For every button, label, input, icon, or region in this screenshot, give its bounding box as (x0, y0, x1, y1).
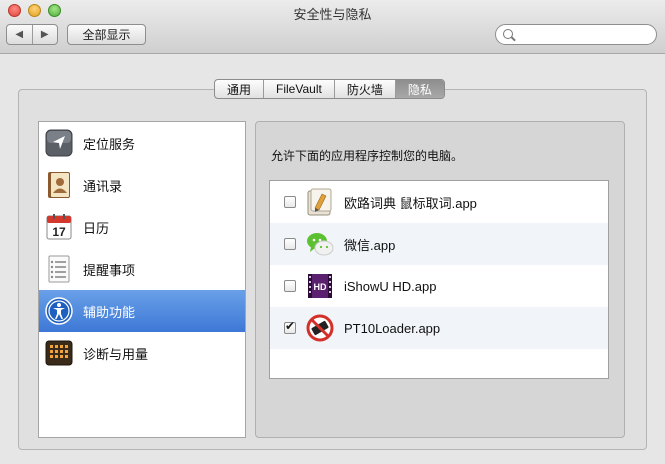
list-item: 欧路词典 鼠标取词.app (270, 181, 608, 223)
list-item: HD iShowU HD.app (270, 265, 608, 307)
contacts-book-icon (45, 171, 73, 199)
search-icon (503, 29, 513, 39)
sidebar-item-reminders[interactable]: 提醒事项 (39, 248, 245, 290)
sidebar-item-contacts[interactable]: 通讯录 (39, 164, 245, 206)
sidebar-item-location-services[interactable]: 定位服务 (39, 122, 245, 164)
app-allow-checkbox[interactable] (284, 319, 296, 334)
back-button[interactable]: ◀ (7, 25, 32, 44)
app-list: 欧路词典 鼠标取词.app 微信.app HD iShowU HD.app ✔ … (269, 180, 609, 379)
accessibility-icon (45, 297, 73, 325)
ishowu-hd-text: HD (314, 282, 327, 292)
tab-firewall[interactable]: 防火墙 (333, 80, 395, 98)
app-allow-checkbox[interactable] (284, 196, 296, 208)
sidebar-item-calendar[interactable]: 17 日历 (39, 206, 245, 248)
wechat-icon (306, 230, 334, 258)
tab-bar: 通用 FileVault 防火墙 隐私 (214, 79, 445, 99)
ishowu-hd-icon: HD (306, 272, 334, 300)
list-item: PT10Loader.app (270, 307, 608, 349)
app-name: PT10Loader.app (344, 320, 441, 336)
eudic-dictionary-icon (306, 188, 334, 216)
search-input[interactable] (518, 27, 652, 44)
back-forward-control: ◀ ▶ (6, 24, 58, 45)
app-allow-checkbox[interactable] (284, 238, 296, 250)
app-name: 欧路词典 鼠标取词.app (344, 195, 477, 211)
list-item: 微信.app (270, 223, 608, 265)
sidebar-item-label: 日历 (83, 220, 110, 236)
app-name: iShowU HD.app (344, 278, 437, 294)
window-toolbar: 安全性与隐私 ◀ ▶ 全部显示 (0, 0, 665, 54)
calendar-icon: 17 (45, 213, 73, 241)
sidebar-item-label: 提醒事项 (83, 262, 136, 278)
sidebar-item-label: 定位服务 (83, 136, 136, 152)
forward-arrow-icon: ▶ (40, 29, 49, 40)
tab-privacy[interactable]: 隐私 (394, 80, 444, 98)
sidebar-item-label: 通讯录 (83, 178, 123, 194)
sidebar-item-label: 诊断与用量 (83, 346, 149, 362)
diagnostics-grid-icon (45, 339, 73, 367)
tab-filevault[interactable]: FileVault (263, 80, 334, 98)
sidebar-item-label: 辅助功能 (83, 304, 136, 320)
app-name: 微信.app (344, 237, 396, 253)
reminders-list-icon (45, 255, 73, 283)
tab-general[interactable]: 通用 (215, 80, 263, 98)
location-arrow-icon (45, 129, 73, 157)
back-arrow-icon: ◀ (15, 29, 24, 40)
forward-button[interactable]: ▶ (31, 25, 58, 44)
sidebar-item-diagnostics[interactable]: 诊断与用量 (39, 332, 245, 374)
window-title: 安全性与隐私 (293, 7, 372, 22)
search-field[interactable] (495, 24, 657, 45)
app-allow-checkbox[interactable] (284, 280, 296, 292)
privacy-category-list: 定位服务 通讯录 17 日历 提醒事项 辅助功能 诊断与用量 (38, 121, 246, 438)
sidebar-item-accessibility[interactable]: 辅助功能 (39, 290, 245, 332)
privacy-prompt-text: 允许下面的应用程序控制您的电脑。 (271, 149, 464, 163)
pt10loader-icon (306, 314, 334, 342)
show-all-button[interactable]: 全部显示 (67, 24, 146, 45)
calendar-day-text: 17 (52, 225, 66, 239)
